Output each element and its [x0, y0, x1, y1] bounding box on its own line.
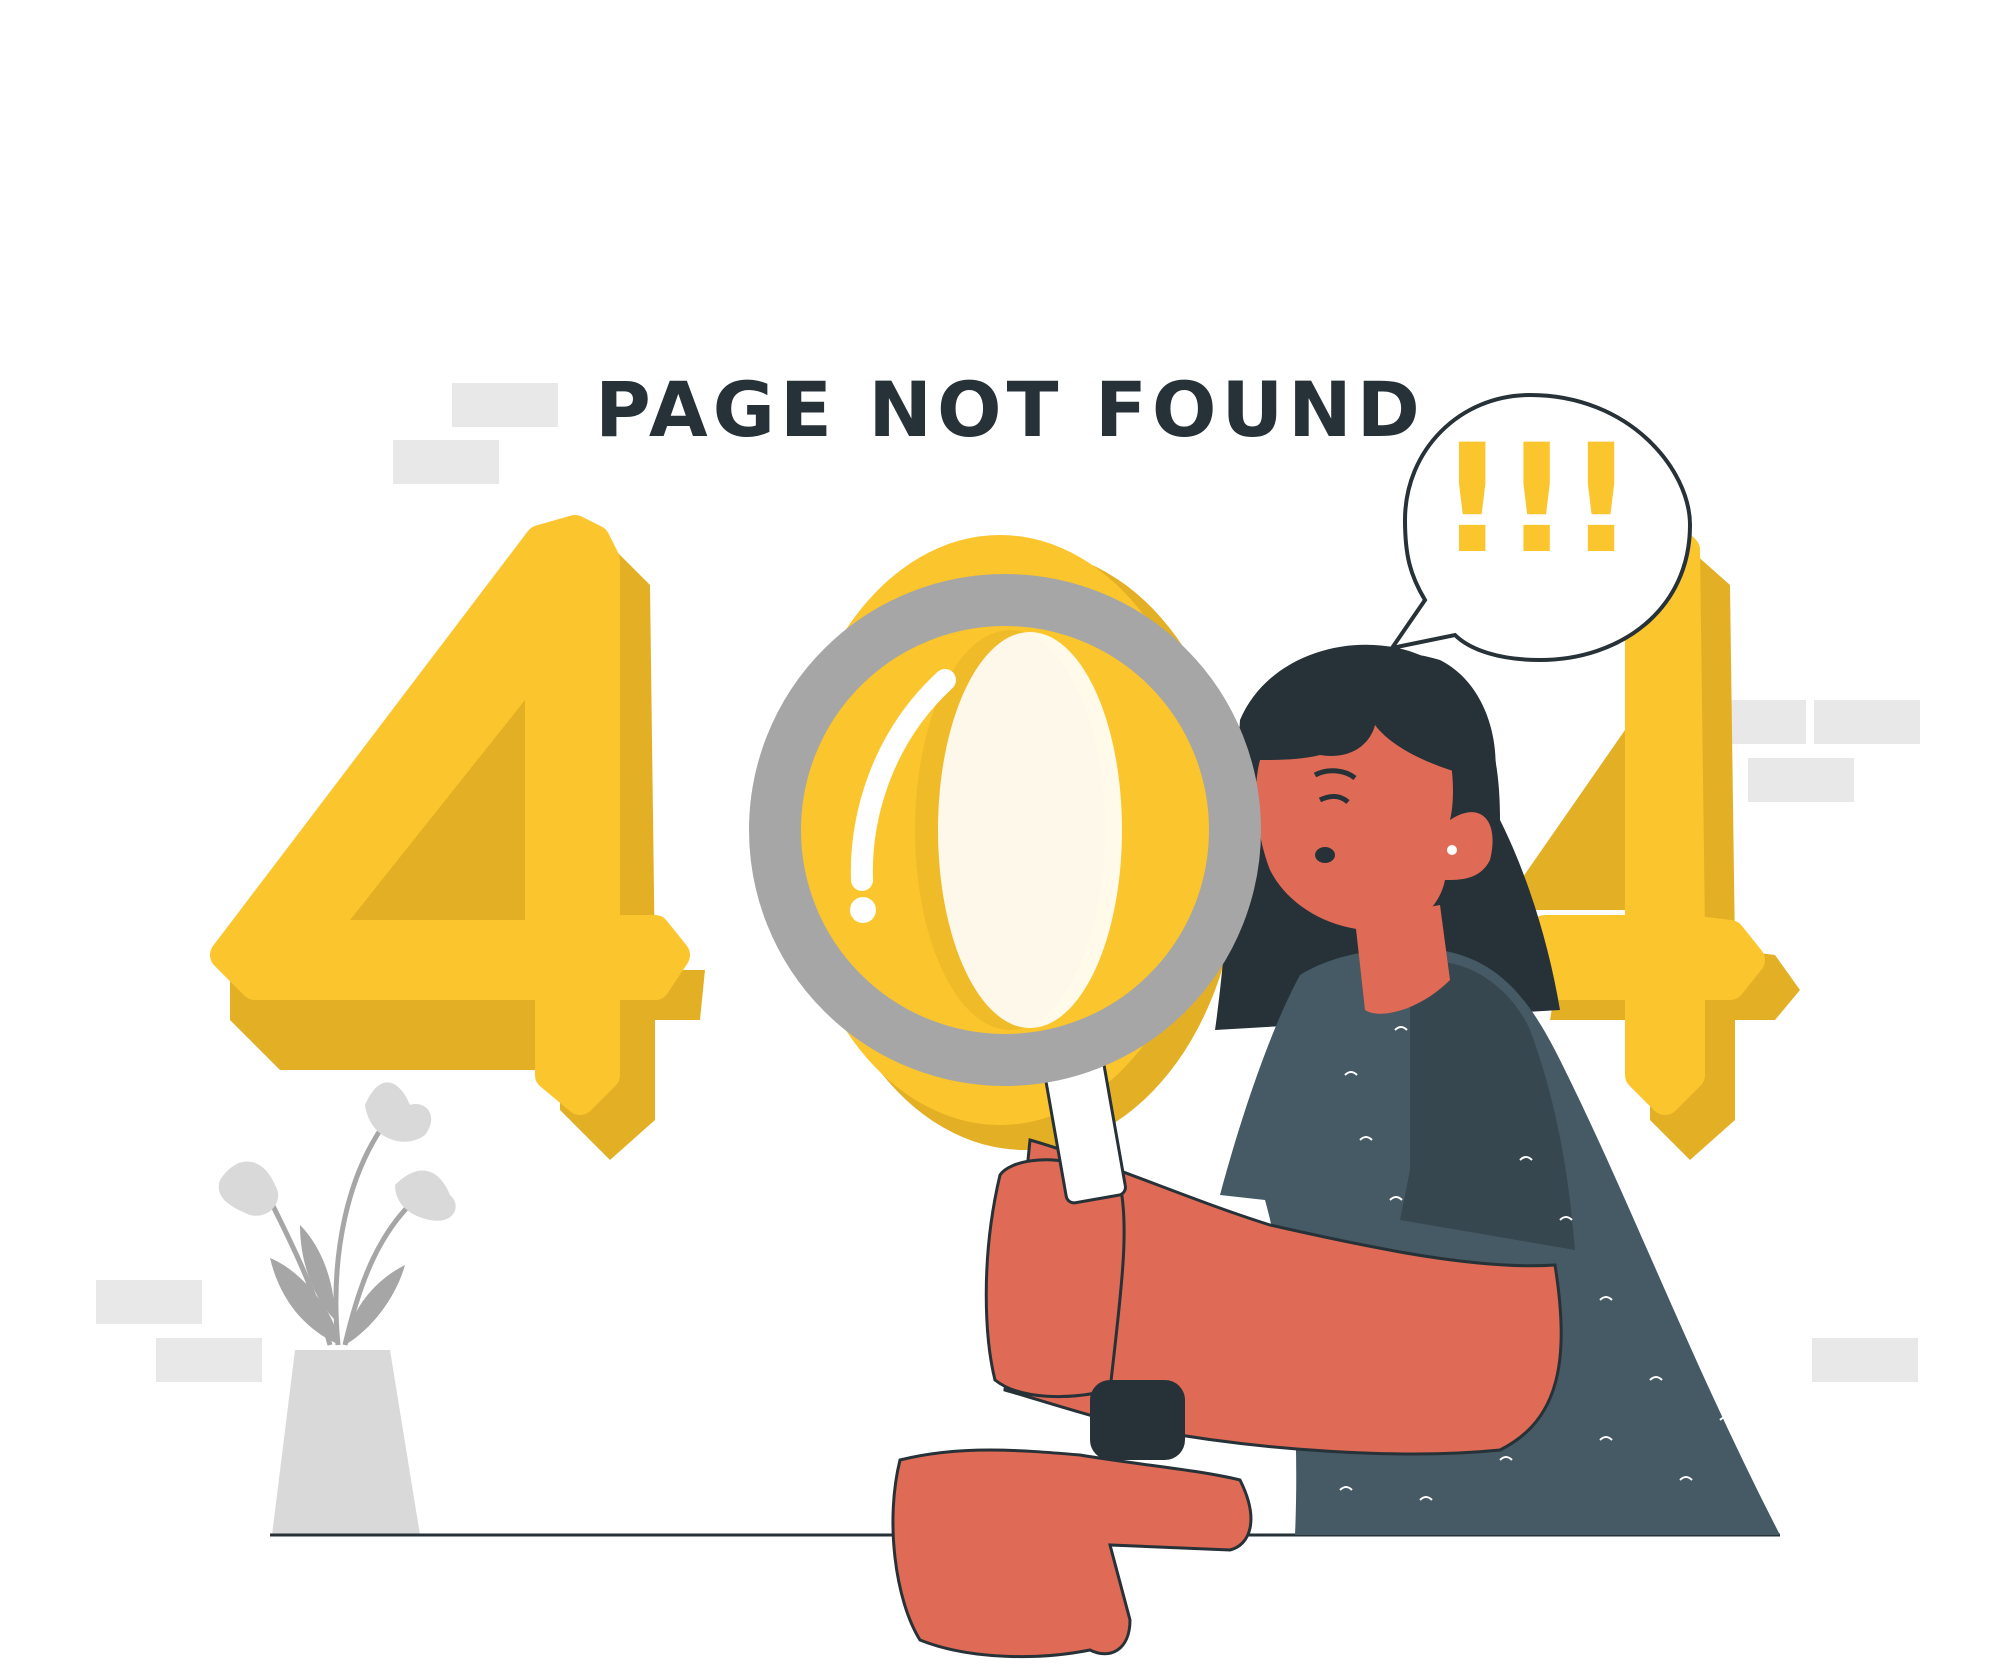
brick — [1748, 758, 1854, 802]
exclamation-text: !!! — [1438, 413, 1635, 587]
illustration-canvas — [96, 383, 1920, 1659]
page-not-found-illustration: PAGE NOT FOUND !!! — [0, 0, 2000, 1680]
flower — [218, 1161, 279, 1216]
handle-grip — [1090, 1380, 1185, 1460]
lens-glare — [938, 632, 1122, 1028]
page-title: PAGE NOT FOUND — [595, 365, 1425, 454]
plant-vase-icon — [218, 1082, 456, 1535]
brick — [1814, 700, 1920, 744]
brick — [1812, 1338, 1918, 1382]
digit-four-left — [210, 515, 705, 1160]
mouth — [1315, 847, 1335, 863]
earring — [1447, 845, 1457, 855]
vase — [272, 1350, 420, 1535]
brick — [96, 1280, 202, 1324]
brick — [156, 1338, 262, 1382]
lens-shine-dot — [850, 897, 876, 923]
flower — [365, 1082, 432, 1142]
lower-hand — [891, 1448, 1253, 1659]
